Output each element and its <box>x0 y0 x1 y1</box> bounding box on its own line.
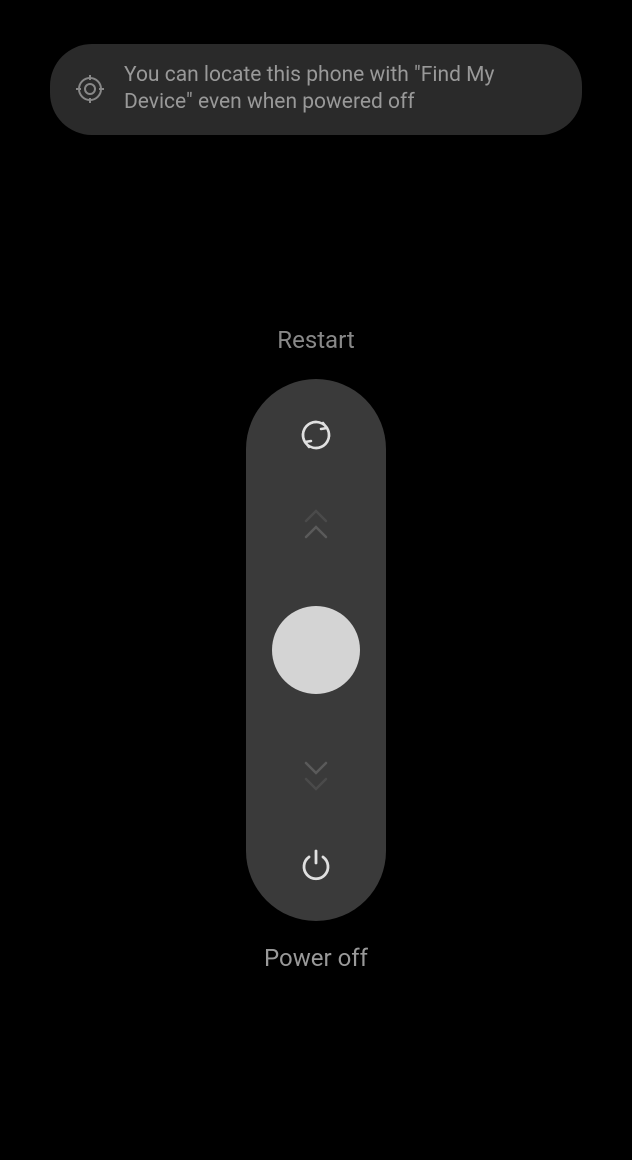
slider-thumb[interactable] <box>272 606 360 694</box>
restart-label: Restart <box>0 326 632 354</box>
power-icon[interactable] <box>298 847 334 883</box>
chevron-down-group <box>304 761 328 791</box>
chevron-down-icon <box>304 761 328 775</box>
chevron-down-icon <box>304 777 328 791</box>
power-slider-track <box>246 379 386 921</box>
restart-icon[interactable] <box>298 417 334 453</box>
chevron-up-icon <box>304 509 328 523</box>
find-my-device-banner[interactable]: You can locate this phone with "Find My … <box>50 44 582 135</box>
chevron-up-group <box>304 509 328 539</box>
power-off-label: Power off <box>0 944 632 972</box>
locate-icon <box>74 73 106 105</box>
chevron-up-icon <box>304 525 328 539</box>
notification-text: You can locate this phone with "Find My … <box>124 62 558 117</box>
